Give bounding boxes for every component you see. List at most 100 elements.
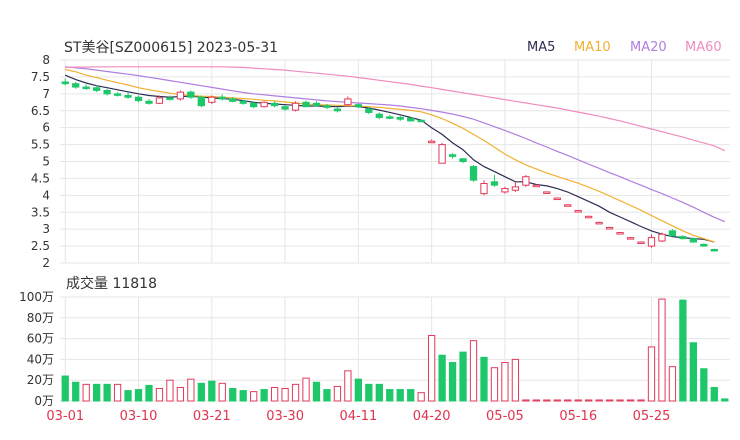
price-tick-label: 6.5 [31, 104, 50, 118]
date-tick-label: 03-10 [120, 409, 158, 424]
legend-ma10: MA10 [574, 40, 611, 55]
volume-bar [260, 389, 268, 402]
candle-body [501, 188, 509, 193]
candle [511, 181, 520, 192]
candle-body [197, 96, 205, 107]
candle-body [333, 108, 342, 112]
volume-bar [605, 399, 614, 402]
candle [647, 234, 656, 248]
candle-body [595, 221, 603, 225]
volume-tick-label: 100万 [19, 290, 54, 304]
date-tick-label: 05-25 [633, 409, 671, 424]
price-grid [60, 59, 730, 264]
price-y-axis: 2 2.5 3 3.5 4 4.5 5 5.5 6 6.5 7 7.5 8 [31, 53, 50, 270]
candle [564, 204, 572, 207]
candle-body [61, 81, 69, 85]
candle-body [260, 101, 268, 108]
price-tick-label: 2.5 [31, 239, 50, 253]
price-tick-label: 5 [42, 155, 50, 169]
candle-body [668, 230, 677, 237]
volume-bar [250, 391, 258, 402]
volume-tick-label: 40万 [27, 352, 54, 366]
volume-bar [448, 362, 457, 402]
volume-bar [417, 392, 425, 402]
date-tick-label: 03-30 [266, 409, 304, 424]
volume-tick-label: 60万 [27, 332, 54, 346]
candle-body [365, 108, 373, 113]
candle [61, 78, 69, 86]
candle-body [480, 182, 488, 195]
candle [124, 92, 132, 99]
candle [532, 184, 540, 188]
candle-body [710, 248, 718, 252]
volume-bar [187, 378, 195, 402]
date-tick-label: 05-05 [486, 409, 524, 424]
volume-bar [564, 399, 572, 402]
price-tick-label: 6 [42, 121, 50, 135]
price-tick-label: 7.5 [31, 70, 50, 84]
volume-bar [710, 386, 718, 402]
candle [585, 215, 593, 219]
legend-ma5: MA5 [527, 40, 555, 55]
candle [637, 241, 645, 245]
candle [490, 175, 499, 187]
candle [103, 88, 111, 96]
candle [145, 98, 153, 105]
candle [501, 186, 509, 194]
volume-bar [522, 399, 530, 402]
candle [113, 92, 122, 97]
candle-body [103, 89, 111, 95]
date-tick-label: 04-11 [339, 409, 377, 424]
volume-bar [585, 399, 593, 402]
candle-body [270, 102, 279, 107]
candle-body [689, 238, 697, 243]
volume-bar [134, 389, 143, 402]
candle-body [302, 101, 310, 108]
volume-bar [647, 346, 656, 402]
volume-bar [469, 340, 478, 402]
volume-bar [197, 382, 205, 402]
chart-title: ST美谷[SZ000615] 2023-05-31 [64, 40, 278, 56]
candle-body [407, 117, 415, 122]
candle [270, 101, 279, 108]
candle [134, 95, 143, 103]
candle-body [626, 237, 635, 240]
volume-bar [626, 399, 635, 402]
candle-body [469, 166, 478, 181]
volume-bar [229, 388, 237, 402]
volume-bar [344, 370, 352, 402]
volume-bar [700, 368, 708, 402]
volume-bar [61, 375, 69, 402]
volume-bar [553, 399, 561, 402]
candle [375, 112, 383, 120]
volume-bar [459, 351, 467, 402]
candle [396, 115, 404, 121]
volume-bar [637, 399, 645, 402]
candle [187, 90, 195, 99]
volume-bar [438, 354, 446, 402]
candle-body [124, 95, 132, 98]
volume-bar [428, 334, 436, 402]
candle [700, 243, 708, 247]
volume-bar [386, 389, 394, 402]
volume-bar [291, 383, 300, 402]
candle-body [72, 83, 80, 88]
price-tick-label: 4 [42, 188, 50, 202]
candle-body [658, 233, 666, 242]
candle-body [281, 106, 289, 110]
candle [553, 197, 561, 201]
volume-bar [616, 399, 624, 402]
volume-bar [511, 358, 520, 402]
candle [166, 95, 174, 101]
stock-chart: ST美谷[SZ000615] 2023-05-31 MA5 MA10 MA20 MA6… [19, 40, 730, 424]
volume-tick-label: 80万 [27, 311, 54, 325]
candle [459, 158, 467, 164]
candle [480, 180, 488, 196]
candle-body [532, 184, 540, 188]
candle [679, 235, 687, 240]
volume-bar [689, 342, 697, 402]
candle [574, 209, 582, 213]
volume-bar [501, 362, 509, 402]
candle [386, 114, 394, 120]
date-x-axis: 03-01 03-10 03-21 03-30 04-11 04-20 05-05 05-16… [46, 409, 670, 424]
